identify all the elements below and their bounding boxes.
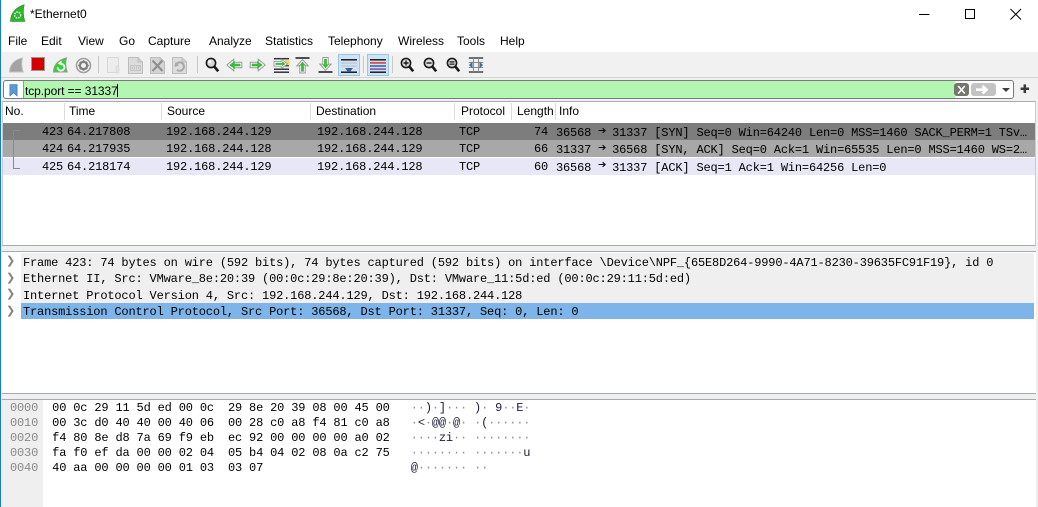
svg-text:010: 010 (131, 66, 140, 72)
